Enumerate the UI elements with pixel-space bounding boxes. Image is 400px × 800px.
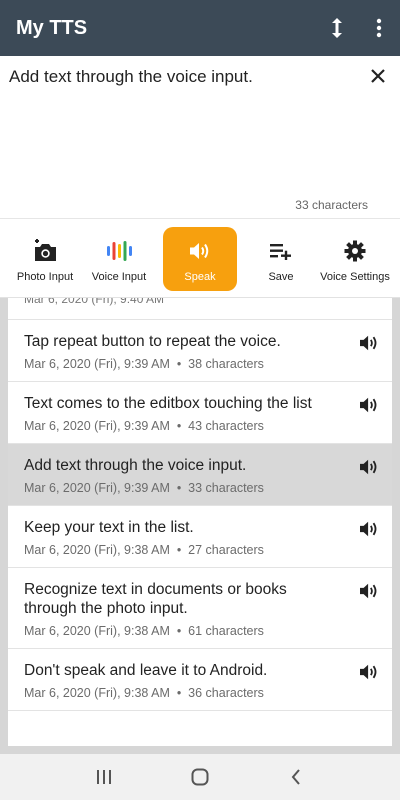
list-item-meta: Mar 6, 2020 (Fri), 9:38 AM • 61 characte… — [24, 624, 342, 638]
history-list[interactable]: Mar 6, 2020 (Fri), 9:40 AM Tap repeat bu… — [8, 298, 392, 746]
back-icon — [291, 769, 300, 785]
list-item-text: Add text through the voice input. — [24, 457, 247, 474]
speaker-icon — [190, 243, 209, 259]
list-item[interactable]: Tap repeat button to repeat the voice. Ma… — [8, 320, 392, 382]
clear-button[interactable] — [366, 64, 390, 88]
list-item-count: 33 characters — [188, 481, 264, 495]
speaker-icon — [360, 521, 377, 537]
list-item-date: Mar 6, 2020 (Fri), 9:38 AM — [24, 543, 170, 557]
character-count: 33 characters — [295, 198, 368, 212]
speaker-icon — [360, 397, 377, 413]
camera-plus-icon — [35, 239, 56, 261]
voice-settings-label: Voice Settings — [320, 271, 390, 283]
list-item-partial[interactable]: Mar 6, 2020 (Fri), 9:40 AM — [8, 298, 392, 320]
list-item-count: 27 characters — [188, 543, 264, 557]
photo-input-button[interactable]: Photo Input — [7, 227, 83, 291]
separator-dot: • — [169, 686, 189, 700]
list-item-meta: Mar 6, 2020 (Fri), 9:38 AM • 36 characte… — [24, 686, 342, 700]
speak-label: Speak — [184, 271, 216, 283]
list-item-date: Mar 6, 2020 (Fri), 9:39 AM — [24, 481, 170, 495]
speaker-icon — [360, 664, 377, 680]
save-label: Save — [268, 271, 294, 283]
home-icon — [191, 768, 209, 786]
list-item[interactable]: Add text through the voice input. Mar 6, … — [8, 444, 392, 506]
list-item[interactable]: Recognize text in documents or books thr… — [8, 568, 392, 649]
voice-settings-button[interactable]: Voice Settings — [317, 227, 393, 291]
list-item-meta: Mar 6, 2020 (Fri), 9:39 AM • 33 characte… — [24, 481, 342, 495]
system-nav-bar — [0, 754, 400, 800]
back-button[interactable] — [276, 757, 316, 797]
list-item-count: 36 characters — [188, 686, 264, 700]
list-item-meta: Mar 6, 2020 (Fri), 9:40 AM — [24, 298, 165, 306]
overflow-menu-button[interactable] — [358, 0, 400, 56]
save-button[interactable]: Save — [243, 227, 319, 291]
list-item-date: Mar 6, 2020 (Fri), 9:39 AM — [24, 419, 170, 433]
list-item-text: Tap repeat button to repeat the voice. — [24, 333, 281, 350]
playlist-add-icon — [270, 244, 291, 260]
voice-bars-icon — [107, 241, 132, 261]
voice-input-button[interactable]: Voice Input — [81, 227, 157, 291]
voice-input-label: Voice Input — [91, 271, 147, 283]
speaker-icon — [360, 459, 377, 475]
list-item-meta: Mar 6, 2020 (Fri), 9:39 AM • 43 characte… — [24, 419, 342, 433]
photo-input-label: Photo Input — [16, 271, 74, 283]
list-item[interactable]: Don't speak and leave it to Android. Mar … — [8, 649, 392, 711]
list-item-date: Mar 6, 2020 (Fri), 9:38 AM — [24, 686, 170, 700]
list-item[interactable]: Text comes to the editbox touching the l… — [8, 382, 392, 444]
separator-dot: • — [169, 481, 189, 495]
list-item-date: Mar 6, 2020 (Fri), 9:39 AM — [24, 357, 170, 371]
list-item-meta: Mar 6, 2020 (Fri), 9:38 AM • 27 characte… — [24, 543, 342, 557]
gear-icon — [344, 240, 366, 262]
separator-dot: • — [169, 419, 189, 433]
editor-text[interactable]: Add text through the voice input. — [9, 66, 350, 88]
recent-apps-icon — [97, 770, 111, 784]
sort-button[interactable] — [316, 0, 358, 56]
list-item-meta: Mar 6, 2020 (Fri), 9:39 AM • 38 characte… — [24, 357, 342, 371]
list-item-count: 38 characters — [188, 357, 264, 371]
list-item-text: Text comes to the editbox touching the l… — [24, 395, 312, 412]
speak-item-button[interactable] — [358, 580, 380, 602]
more-vert-icon — [376, 18, 382, 38]
sort-arrows-icon — [332, 18, 342, 38]
list-item-text: Keep your text in the list. — [24, 519, 194, 536]
list-item-count: 61 characters — [188, 624, 264, 638]
separator-dot: • — [169, 357, 189, 371]
speaker-icon — [360, 335, 377, 351]
action-toolbar: Photo Input Voice Input Speak Save Voice… — [0, 218, 400, 298]
close-icon — [371, 69, 385, 83]
app-bar: My TTS — [0, 0, 400, 56]
speak-button[interactable]: Speak — [163, 227, 237, 291]
speak-item-button[interactable] — [358, 518, 380, 540]
speaker-icon — [360, 583, 377, 599]
speak-item-button[interactable] — [358, 661, 380, 683]
list-item-text: Recognize text in documents or books thr… — [24, 581, 287, 617]
app-title: My TTS — [16, 16, 88, 39]
separator-dot: • — [169, 624, 189, 638]
list-item-date: Mar 6, 2020 (Fri), 9:38 AM — [24, 624, 170, 638]
list-item-text: Don't speak and leave it to Android. — [24, 662, 268, 679]
separator-dot: • — [169, 543, 189, 557]
recent-apps-button[interactable] — [84, 757, 124, 797]
list-item-count: 43 characters — [188, 419, 264, 433]
speak-item-button[interactable] — [358, 456, 380, 478]
speak-item-button[interactable] — [358, 332, 380, 354]
home-button[interactable] — [180, 757, 220, 797]
list-item[interactable]: Keep your text in the list. Mar 6, 2020 (… — [8, 506, 392, 568]
text-editor[interactable]: Add text through the voice input. 33 cha… — [0, 56, 400, 218]
speak-item-button[interactable] — [358, 394, 380, 416]
